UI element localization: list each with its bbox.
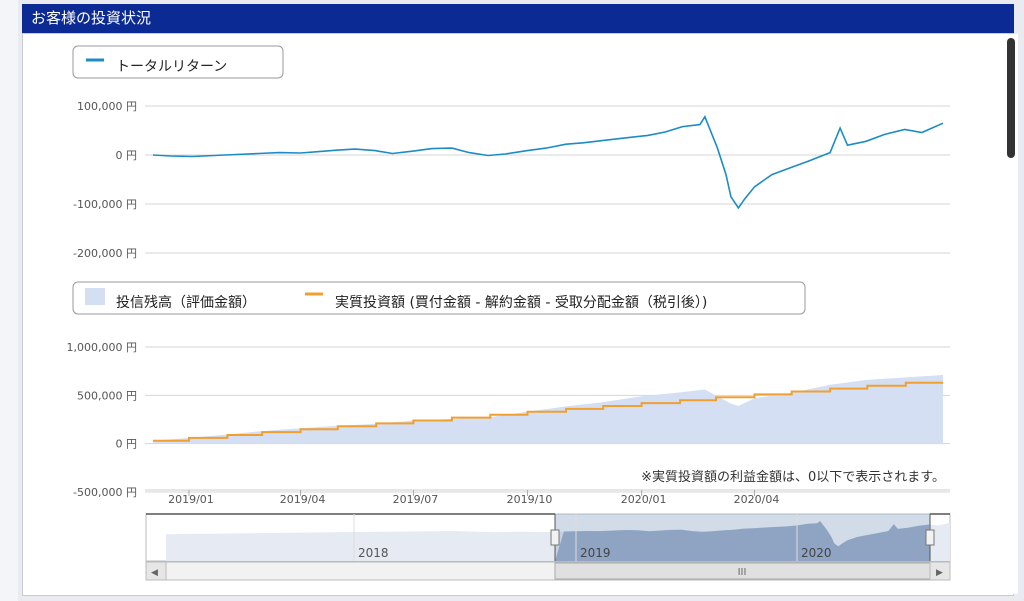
chart-note: ※実質投資額の利益金額は、0以下で表示されます。 bbox=[641, 469, 945, 485]
total-return-line bbox=[152, 115, 944, 210]
return-legend-label: トータルリターン bbox=[116, 59, 227, 75]
return-y-tick: 100,000 円 bbox=[77, 100, 137, 113]
balance-legend-swatch bbox=[85, 288, 105, 305]
x-tick-label: 2019/07 bbox=[393, 493, 439, 506]
balance-y-tick: 0 円 bbox=[116, 438, 138, 451]
scroll-thumb-grip: III bbox=[738, 567, 747, 578]
balance-y-tick: -500,000 円 bbox=[73, 486, 137, 499]
x-tick-label: 2019/04 bbox=[280, 493, 326, 506]
balance-y-tick: 500,000 円 bbox=[77, 389, 137, 402]
navigator-label-2018: 2018 bbox=[358, 546, 389, 560]
balance-y-ticks: 1,000,000 円 500,000 円 0 円 -500,000 円 bbox=[67, 341, 137, 499]
invested-legend-label: 実質投資額 (買付金額 - 解約金額 - 受取分配金額（税引後）) bbox=[335, 295, 707, 311]
investment-chart: トータルリターン 100,000 円 0 円 -100,000 円 -200,000 … bbox=[67, 45, 951, 581]
return-y-tick: 0 円 bbox=[116, 149, 138, 162]
x-tick-label: 2019/01 bbox=[168, 493, 214, 506]
navigator-label-2020: 2020 bbox=[801, 546, 832, 560]
x-tick-label: 2019/10 bbox=[507, 493, 553, 506]
balance-area bbox=[153, 375, 943, 444]
x-tick-label: 2020/04 bbox=[734, 493, 780, 506]
navigator-handle-right[interactable] bbox=[925, 529, 935, 546]
return-y-tick: -100,000 円 bbox=[73, 198, 137, 211]
navigator-label-2019: 2019 bbox=[580, 546, 611, 560]
scroll-right-icon: ▶ bbox=[936, 568, 943, 578]
navigator-handle-left[interactable] bbox=[550, 529, 560, 546]
return-y-ticks: 100,000 円 0 円 -100,000 円 -200,000 円 bbox=[73, 100, 137, 260]
return-grid bbox=[145, 105, 950, 254]
return-y-tick: -200,000 円 bbox=[73, 247, 137, 260]
balance-y-tick: 1,000,000 円 bbox=[67, 341, 137, 354]
balance-legend-label: 投信残高（評価金額） bbox=[116, 294, 256, 311]
x-tick-label: 2020/01 bbox=[621, 493, 667, 506]
scroll-left-icon: ◀ bbox=[151, 568, 158, 578]
